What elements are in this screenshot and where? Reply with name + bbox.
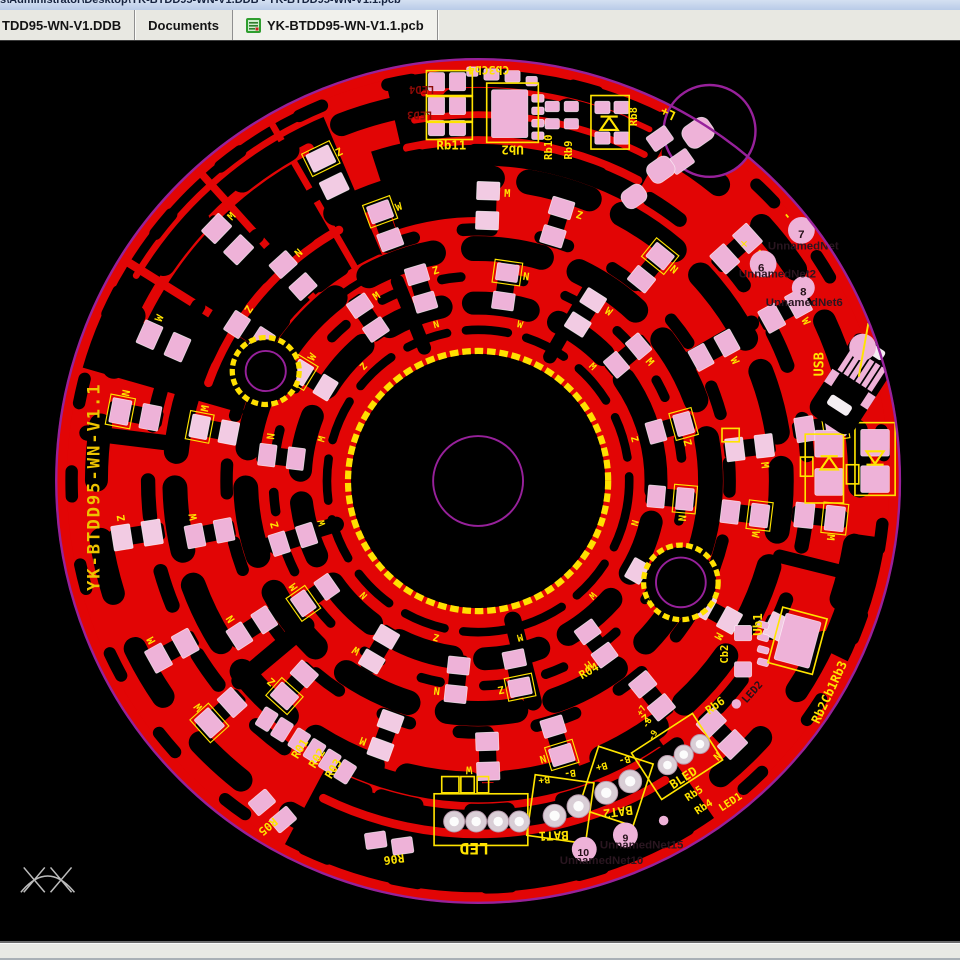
tab-documents[interactable]: Documents (135, 10, 233, 40)
silk-label: LED3 (407, 109, 432, 121)
origin-marker-icon (21, 867, 75, 892)
component-pad (491, 90, 527, 138)
silk-label: ✕ (740, 235, 747, 250)
silk-label: UnnamedNet10 (560, 855, 644, 867)
silk-label: Ub2 (501, 143, 523, 158)
component-pad (614, 132, 629, 144)
component-pad (564, 118, 578, 129)
component-pad (364, 831, 387, 850)
component-pad (545, 101, 559, 112)
silk-label: Cb3Cb4 (468, 63, 510, 77)
silk-label: B- (563, 766, 576, 778)
silk-label: Cb2 (719, 645, 731, 664)
component-pad (449, 96, 465, 114)
svg-text:N: N (675, 514, 688, 521)
silk-label: Rb9 (563, 141, 575, 160)
silk-label: Rb8 (628, 107, 640, 126)
silk-label: UnnamedNet15 (600, 839, 684, 851)
silk-label: Rb11 (436, 138, 466, 153)
silk-label: Ub1 (750, 613, 765, 635)
component-pad (564, 101, 578, 112)
window-titlebar: s\Administrator\Desktop\YK-BTDD95-WN-V1.… (0, 0, 960, 10)
pcb-layout-drawing[interactable]: NWMZNWMZNWMZNWMZWMZNWMZNWMZNWMZNWMMZNWMZ… (0, 41, 960, 943)
silk-label: 8 (800, 287, 807, 299)
silk-label: 6 (758, 263, 764, 275)
tab-pcb-active[interactable]: YK-BTDD95-WN-V1.1.pcb (233, 10, 438, 40)
via (659, 816, 669, 826)
silk-label: UnnamedNet6 (766, 297, 843, 309)
component-pad (861, 466, 890, 493)
silk-label: 10 (577, 847, 589, 859)
silk-label: UnnamedNet2 (739, 268, 816, 280)
silk-label: 9 (622, 833, 628, 845)
component-pad (449, 73, 465, 91)
svg-text:M: M (504, 188, 511, 200)
svg-text:N: N (433, 684, 441, 697)
svg-text:W: W (465, 763, 472, 775)
svg-text:M: M (824, 533, 837, 541)
silk-label: R06 (383, 851, 406, 868)
tabbar-empty-space (438, 10, 960, 40)
silk-label: B+ (537, 773, 550, 786)
silk-label: YK-BTDD95-WN-V1.1 (85, 382, 105, 591)
pcb-file-icon (246, 18, 261, 33)
silk-label: LED (459, 839, 489, 858)
tab-label: TDD95-WN-V1.DDB (2, 18, 121, 33)
tab-label: YK-BTDD95-WN-V1.1.pcb (267, 18, 424, 33)
tab-ddb-document[interactable]: TDD95-WN-V1.DDB (0, 10, 135, 40)
component-pad (595, 101, 610, 113)
status-bar (0, 943, 960, 960)
center-hole (351, 354, 605, 608)
via (732, 699, 742, 709)
silk-label: LED4 (409, 83, 434, 95)
component-pad (545, 118, 559, 129)
tab-label: Documents (148, 18, 219, 33)
component-pad (595, 132, 610, 144)
silk-label: Rb10 (543, 135, 555, 160)
silk-label: 7 (798, 229, 804, 241)
component-pad (614, 101, 629, 113)
component-pad (526, 76, 537, 86)
pcb-editor-canvas[interactable]: NWMZNWMZNWMZNWMZWMZNWMZNWMZNWMZNWMMZNWMZ… (0, 41, 960, 943)
silk-label: BAT1 (538, 828, 568, 844)
document-tab-bar: TDD95-WN-V1.DDB Documents YK-BTDD95-WN-V… (0, 10, 960, 41)
silk-label: USB (813, 352, 828, 376)
component-pad (815, 469, 844, 496)
titlebar-path-text: s\Administrator\Desktop\YK-BTDD95-WN-V1.… (0, 0, 960, 6)
component-pad (734, 662, 751, 677)
